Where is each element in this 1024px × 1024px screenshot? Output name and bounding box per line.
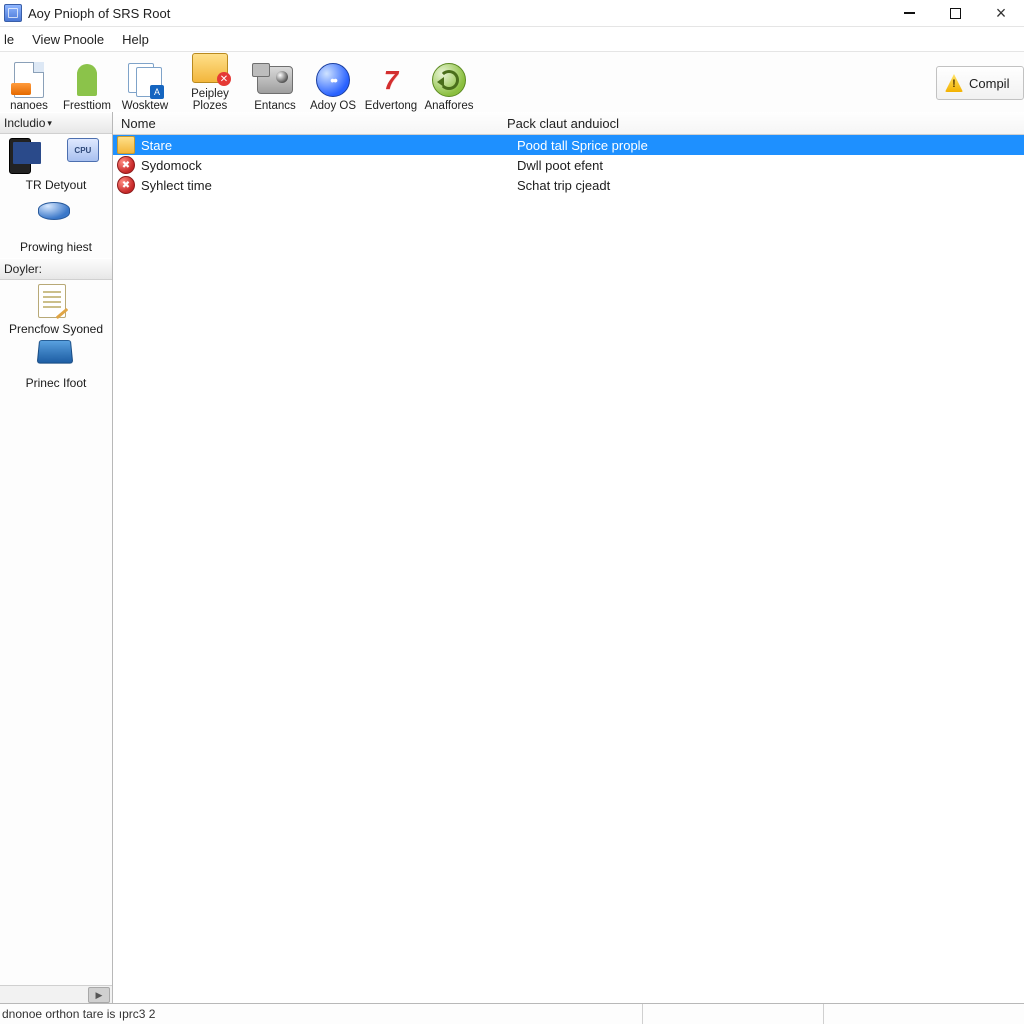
phone-icon (9, 138, 45, 174)
sidebar-section-doyler[interactable]: Doyler: (0, 258, 112, 280)
toolbar: nanoes Fresttiom A Wosktew ✕ Peipley Plo… (0, 52, 1024, 115)
app-icon (4, 4, 22, 22)
window-title: Aoy Pnioph of SRS Root (28, 6, 170, 21)
sidebar: Includio ▾ TR Detyout Prowing hiest Doyl… (0, 112, 113, 1004)
folder-remove-icon: ✕ (192, 50, 228, 86)
section-title: Includio (4, 116, 45, 130)
sidebar-section-includio[interactable]: Includio ▾ (0, 112, 112, 134)
compile-button[interactable]: Compil (936, 66, 1024, 100)
body: Includio ▾ TR Detyout Prowing hiest Doyl… (0, 112, 1024, 1004)
scroll-right-icon[interactable]: ▶ (88, 987, 110, 1003)
tool-label: Adoy OS (304, 100, 362, 112)
list-row[interactable]: Stare Pood tall Sprice prople (113, 135, 1024, 155)
warning-icon (945, 74, 963, 92)
tool-label: Wosktew (116, 100, 174, 112)
sidebar-group-2: Prencfow Syoned Prinec Ifoot (0, 280, 112, 394)
row-desc: Schat trip cjeadt (517, 178, 1024, 193)
compile-label: Compil (969, 76, 1009, 91)
refresh-icon (431, 62, 467, 98)
disk-icon (38, 202, 74, 238)
sidebar-item-prinec-ifoot[interactable]: Prinec Ifoot (0, 338, 112, 390)
tool-adoy-os[interactable]: Adoy OS (304, 62, 362, 114)
sidebar-item-label: TR Detyout (0, 178, 112, 192)
sidebar-item-label: Prinec Ifoot (0, 376, 112, 390)
chip-icon (67, 138, 103, 174)
minimize-button[interactable] (886, 0, 932, 26)
file-edit-icon (38, 284, 74, 320)
row-desc: Pood tall Sprice prople (517, 138, 1024, 153)
tool-fresttiom[interactable]: Fresttiom (58, 62, 116, 114)
row-name: Syhlect time (141, 178, 517, 193)
tool-anaffores[interactable]: Anaffores (420, 62, 478, 114)
statusbar-cell (642, 1004, 823, 1024)
sidebar-item-prowing-hiest[interactable]: Prowing hiest (0, 194, 112, 254)
tool-label: Peipley Plozes (174, 88, 246, 112)
status-message: dnonoe orthon tare is ıprc3 2 (2, 1007, 163, 1021)
sidebar-item-prencfow-syoned[interactable]: Prencfow Syoned (0, 284, 112, 336)
sidebar-item-tr-detyout[interactable]: TR Detyout (0, 178, 112, 192)
list-row[interactable]: ✖ Syhlect time Schat trip cjeadt (113, 175, 1024, 195)
list-row[interactable]: ✖ Sydomock Dwll poot efent (113, 155, 1024, 175)
column-header-name[interactable]: Nome (113, 116, 501, 131)
menu-help[interactable]: Help (122, 32, 149, 47)
main-panel: Nome Pack claut anduiocl Stare Pood tall… (113, 112, 1024, 1004)
seven-icon: 7 (373, 62, 409, 98)
tool-label: Edvertong (362, 100, 420, 112)
menu-view[interactable]: View Pnoole (32, 32, 104, 47)
tool-label: Fresttiom (58, 100, 116, 112)
list-header: Nome Pack claut anduiocl (113, 112, 1024, 135)
statusbar: dnonoe orthon tare is ıprc3 2 (0, 1003, 1024, 1024)
row-desc: Dwll poot efent (517, 158, 1024, 173)
menu-file[interactable]: le (4, 32, 14, 47)
sidebar-group-1: TR Detyout Prowing hiest (0, 134, 112, 258)
sidebar-item-chip[interactable] (58, 138, 112, 176)
tool-wosktew[interactable]: A Wosktew (116, 62, 174, 114)
menubar: le View Pnoole Help (0, 27, 1024, 52)
tool-edvertong[interactable]: 7 Edvertong (362, 62, 420, 114)
folder-icon (117, 136, 135, 154)
error-icon: ✖ (117, 176, 135, 194)
row-name: Stare (141, 138, 517, 153)
pages-icon: A (127, 62, 163, 98)
android-icon (69, 62, 105, 98)
sidebar-item-label: Prowing hiest (0, 240, 112, 254)
sidebar-scrollbar[interactable]: ▶ (0, 985, 112, 1004)
section-title: Doyler: (4, 262, 42, 276)
window-controls: × (886, 0, 1024, 26)
maximize-button[interactable] (932, 0, 978, 26)
tool-label: Anaffores (420, 100, 478, 112)
chevron-down-icon: ▾ (47, 118, 52, 129)
column-header-desc[interactable]: Pack claut anduiocl (501, 116, 1024, 131)
document-orange-icon (11, 62, 47, 98)
harddrive-icon (38, 338, 74, 374)
sidebar-item-label: Prencfow Syoned (0, 322, 112, 336)
titlebar: Aoy Pnioph of SRS Root × (0, 0, 1024, 27)
tool-peipley-plozes[interactable]: ✕ Peipley Plozes (174, 50, 246, 114)
camera-icon (257, 62, 293, 98)
tool-entancs[interactable]: Entancs (246, 62, 304, 114)
sidebar-item-phone[interactable] (0, 138, 54, 176)
tool-nanoes[interactable]: nanoes (0, 62, 58, 114)
tool-label: nanoes (0, 100, 58, 112)
globe-icon (315, 62, 351, 98)
close-button[interactable]: × (978, 0, 1024, 26)
row-name: Sydomock (141, 158, 517, 173)
tool-label: Entancs (246, 100, 304, 112)
statusbar-cell (823, 1004, 1024, 1024)
error-icon: ✖ (117, 156, 135, 174)
